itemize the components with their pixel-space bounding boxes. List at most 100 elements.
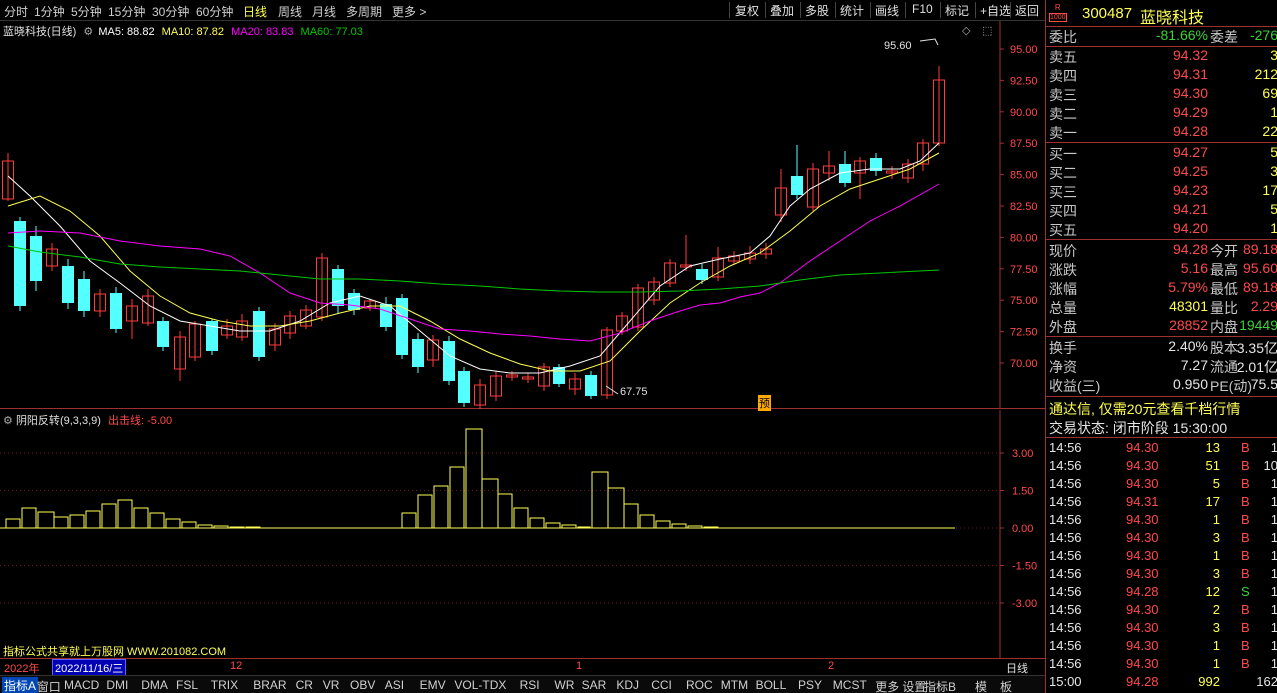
tab--a[interactable]: 指标A: [2, 677, 39, 693]
period-multi[interactable]: 多周期: [346, 3, 382, 20]
tick-side: B: [1241, 494, 1250, 509]
tab-right-1[interactable]: 模: [975, 678, 987, 693]
row-label: 流通: [1210, 359, 1238, 375]
tab-vr[interactable]: VR: [323, 678, 340, 692]
window-restore-icon[interactable]: ⬚: [982, 24, 992, 37]
indicator-tab-bar: 指标A 窗口 MACD DMI DMA FSL TRIX BRAR CR VR OBV ASI EMV V…: [0, 675, 1045, 693]
multi-stock-button[interactable]: 多股: [805, 2, 829, 19]
order-price: 94.25: [1172, 163, 1208, 179]
tab-right-0[interactable]: 指标B: [924, 678, 956, 693]
f10-button[interactable]: F10: [912, 2, 933, 16]
tab-emv[interactable]: EMV: [420, 678, 446, 692]
row-label: 卖二: [1049, 106, 1077, 122]
tick-count: 1: [1271, 494, 1277, 509]
indicator-bar: [53, 516, 69, 529]
tick-price: 94.30: [1126, 620, 1159, 635]
toolbar-separator: [800, 2, 801, 18]
period-5min[interactable]: 5分钟: [71, 3, 102, 20]
indicator-bar: [21, 507, 37, 529]
period-15min[interactable]: 15分钟: [108, 3, 145, 20]
row-label: 总量: [1049, 300, 1077, 316]
tab-vol-tdx[interactable]: VOL-TDX: [454, 678, 506, 692]
mark-button[interactable]: 标记: [945, 2, 969, 19]
back-button[interactable]: 返回: [1015, 2, 1039, 19]
period-more[interactable]: 更多 >: [392, 3, 426, 20]
ma5-label: MA5: 88.82: [98, 26, 155, 38]
tab--[interactable]: 窗口: [37, 678, 61, 693]
tab-wr[interactable]: WR: [554, 678, 574, 692]
toolbar-separator: [1010, 2, 1011, 18]
diamond-icon[interactable]: ◇: [962, 24, 970, 37]
fuquan-button[interactable]: 复权: [735, 2, 759, 19]
tab-cr[interactable]: CR: [296, 678, 313, 692]
candle-body: [443, 341, 455, 381]
stat-value: -276: [1249, 27, 1277, 43]
order-volume: 3: [1270, 47, 1277, 63]
tab-obv[interactable]: OBV: [350, 678, 375, 692]
stat-value: 5.79%: [1168, 279, 1208, 295]
candlestick-chart[interactable]: 95.00 92.50 90.00 87.50 85.00 82.50 80.00 77.50…: [0, 21, 1045, 409]
tick-price: 94.30: [1126, 458, 1159, 473]
tab-psy[interactable]: PSY: [798, 678, 822, 692]
period-weekly[interactable]: 周线: [278, 3, 302, 20]
stat-value: 89.18: [1242, 279, 1277, 295]
tab-dmi[interactable]: DMI: [106, 678, 128, 692]
tick-price: 94.30: [1126, 566, 1159, 581]
row-label: 最低: [1210, 281, 1238, 297]
indicator-bar: [417, 494, 433, 529]
period-60min[interactable]: 60分钟: [196, 3, 233, 20]
period-indicator: 日线: [1006, 663, 1028, 675]
order-price: 94.32: [1172, 47, 1208, 63]
order-volume: 22: [1262, 123, 1277, 139]
tab-trix[interactable]: TRIX: [211, 678, 238, 692]
tab-macd[interactable]: MACD: [64, 678, 99, 692]
tab-mtm[interactable]: MTM: [721, 678, 748, 692]
tab-mcst[interactable]: MCST: [833, 678, 867, 692]
order-book-row: 卖四 94.31 212: [1046, 66, 1277, 85]
tab--[interactable]: 设置: [902, 678, 926, 693]
tab--[interactable]: 更多: [875, 678, 899, 693]
indicator-bar: [401, 512, 417, 529]
row-label: 外盘: [1049, 319, 1077, 335]
tab-right-2[interactable]: 板: [1000, 678, 1012, 693]
tab-dma[interactable]: DMA: [141, 678, 168, 692]
tick-time: 14:56: [1049, 602, 1082, 617]
tick-side: B: [1241, 602, 1250, 617]
tick-side: B: [1241, 620, 1250, 635]
tab-fsl[interactable]: FSL: [176, 678, 198, 692]
promo-link[interactable]: 通达信, 仅需20元查看千档行情: [1049, 399, 1240, 419]
settings-icon[interactable]: ⚙: [3, 415, 13, 427]
overlay-button[interactable]: 叠加: [770, 2, 794, 19]
tab-asi[interactable]: ASI: [385, 678, 404, 692]
indicator-bar: [433, 485, 449, 529]
add-favorite-button[interactable]: +自选: [980, 2, 1011, 19]
forecast-marker[interactable]: 预: [758, 395, 771, 411]
draw-line-button[interactable]: 画线: [875, 2, 899, 19]
settings-icon[interactable]: ⚙: [83, 26, 93, 38]
tick-volume: 1: [1212, 548, 1220, 563]
row-label: 买三: [1049, 184, 1077, 200]
indicator-panel[interactable]: 3.00 1.50 0.00 -1.50 -3.00 ⚙ 阴阳反转(9,3,3,9) 出…: [0, 410, 1045, 658]
statistics-button[interactable]: 统计: [840, 2, 864, 19]
tick-row: 15:00 94.28 992 162: [1046, 674, 1277, 692]
period-monthly[interactable]: 月线: [312, 3, 336, 20]
period-1min[interactable]: 1分钟: [34, 3, 65, 20]
period-fenshi[interactable]: 分时: [4, 3, 28, 20]
period-30min[interactable]: 30分钟: [152, 3, 189, 20]
tab-sar[interactable]: SAR: [582, 678, 607, 692]
order-book-row: 买五 94.20 1: [1046, 220, 1277, 239]
row-label: 最高: [1210, 262, 1238, 278]
indicator-chart[interactable]: 3.00 1.50 0.00 -1.50 -3.00: [0, 410, 1045, 658]
tab-cci[interactable]: CCI: [651, 678, 672, 692]
tab-kdj[interactable]: KDJ: [616, 678, 639, 692]
tab-boll[interactable]: BOLL: [756, 678, 787, 692]
stock-period-label: 蓝晓科技(日线): [3, 26, 77, 38]
candlestick-panel[interactable]: 95.00 92.50 90.00 87.50 85.00 82.50 80.00 77.50…: [0, 21, 1045, 411]
tab-roc[interactable]: ROC: [686, 678, 713, 692]
period-daily[interactable]: 日线: [243, 3, 267, 20]
tab-rsi[interactable]: RSI: [520, 678, 540, 692]
tick-volume: 12: [1205, 584, 1220, 599]
tab-brar[interactable]: BRAR: [253, 678, 286, 692]
indicator-bar: [545, 522, 561, 529]
stat-value: 94.28: [1172, 241, 1208, 257]
